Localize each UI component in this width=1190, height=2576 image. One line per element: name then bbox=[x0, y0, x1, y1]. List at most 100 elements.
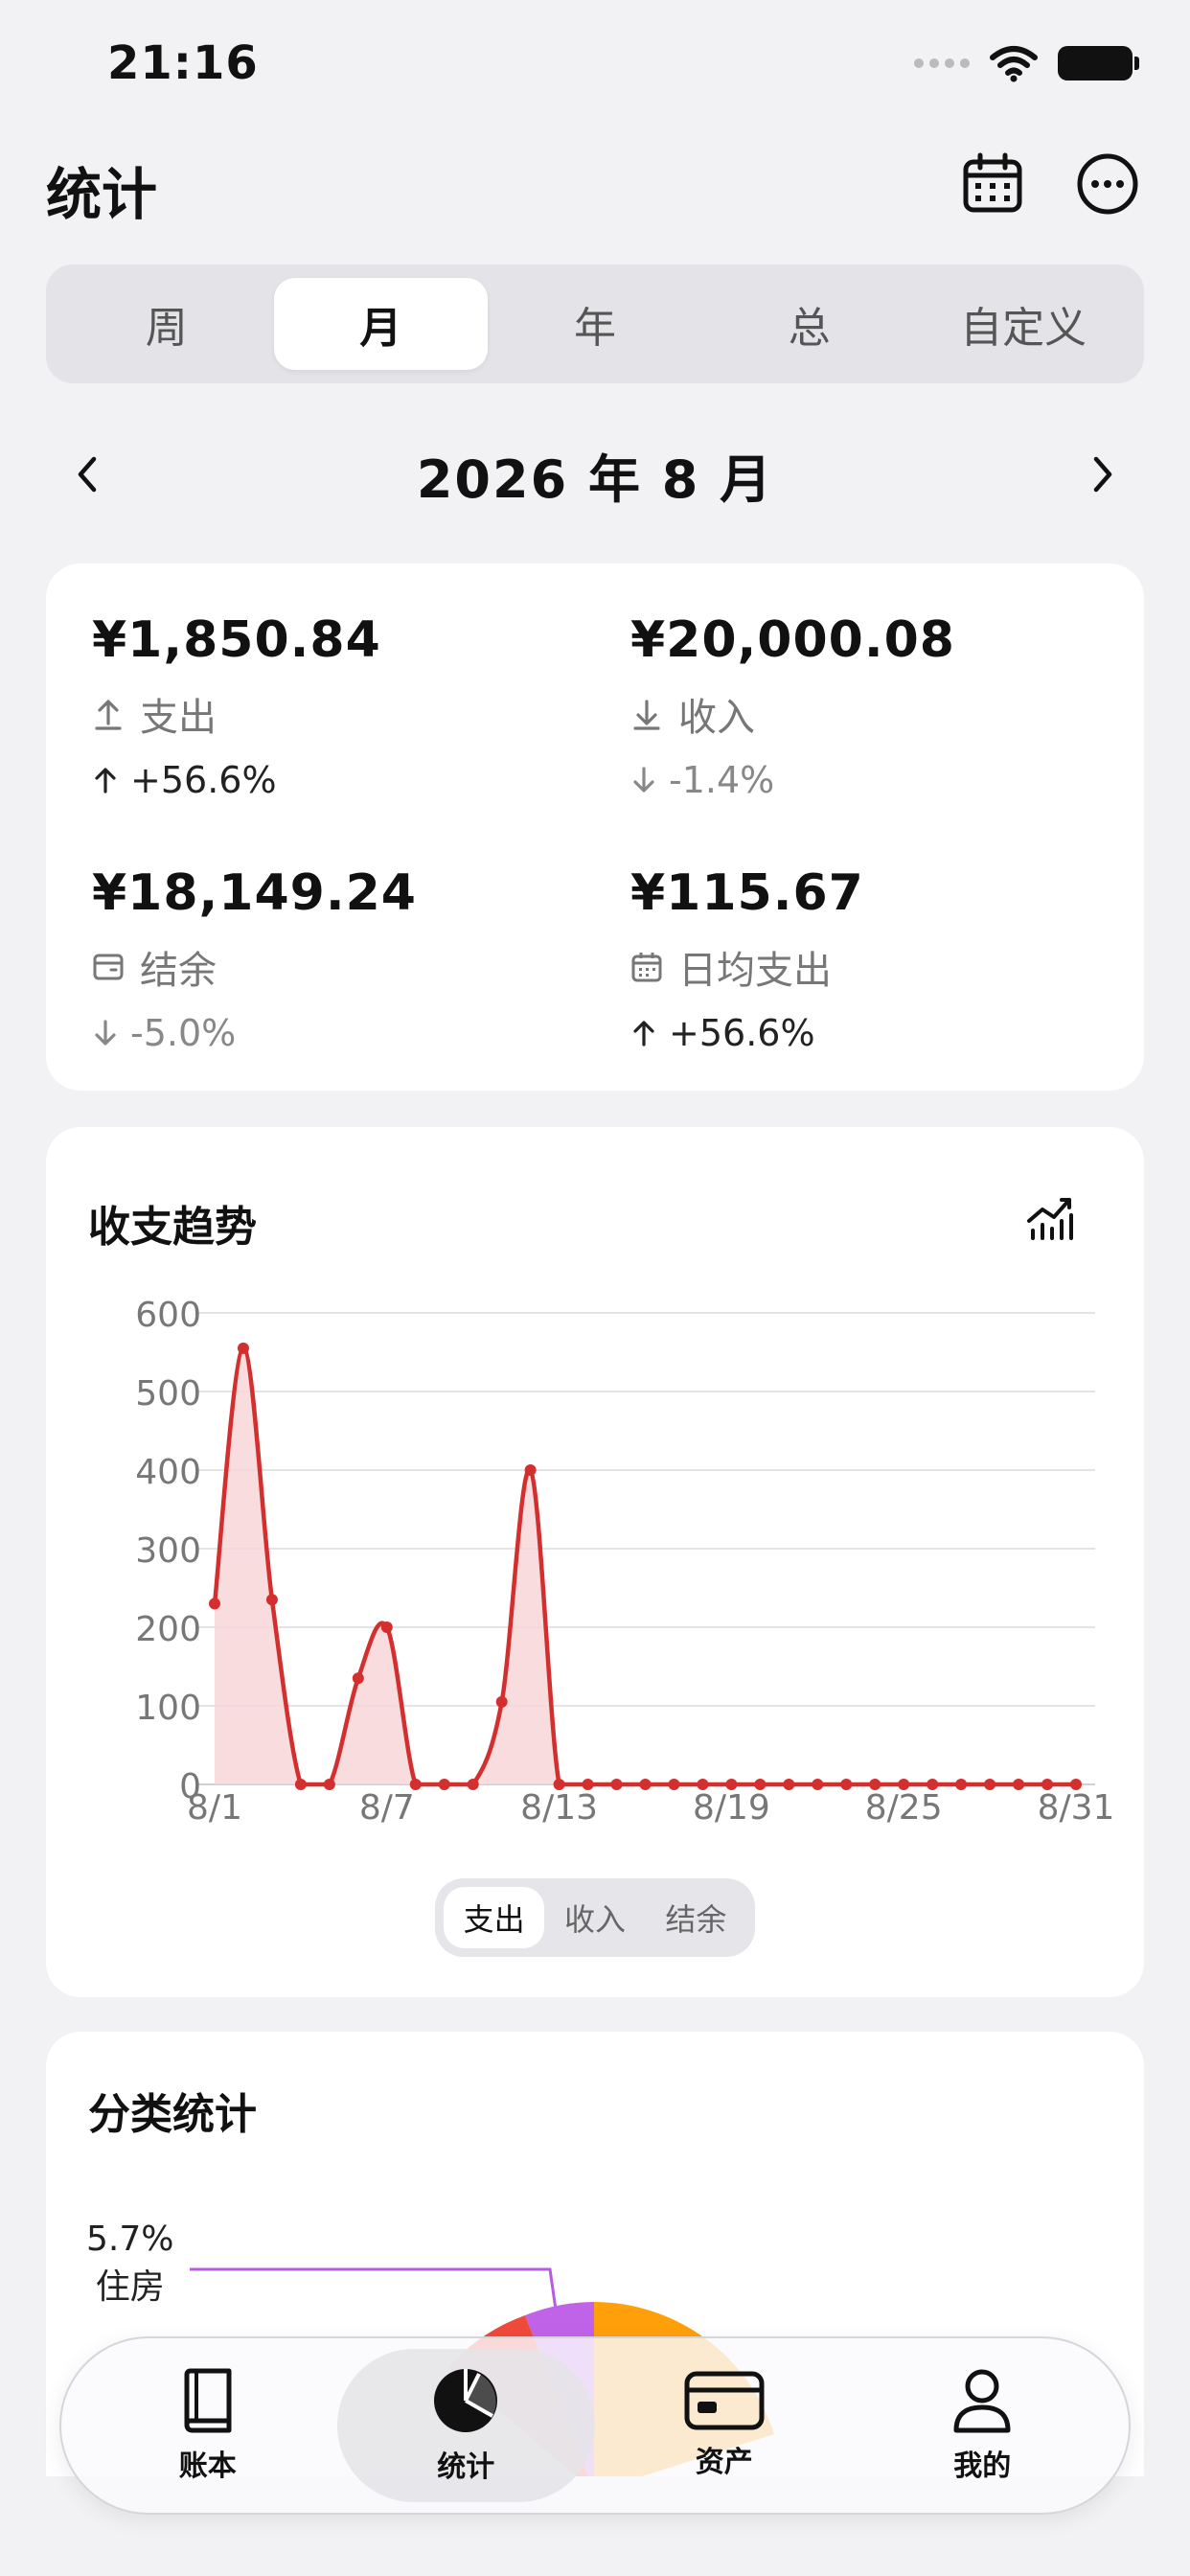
data-point bbox=[783, 1779, 795, 1790]
pie-chart-icon bbox=[434, 2369, 498, 2432]
tab-assets[interactable]: 资产 bbox=[595, 2349, 854, 2502]
income-label: 收入 bbox=[678, 696, 755, 740]
series-area bbox=[215, 1347, 1076, 1784]
series-income-button[interactable]: 收入 bbox=[544, 1887, 645, 1948]
housing-leader-line bbox=[190, 2267, 558, 2311]
card-icon bbox=[684, 2371, 765, 2430]
wifi-icon bbox=[990, 46, 1038, 82]
daily-average-label: 日均支出 bbox=[678, 949, 832, 993]
data-point bbox=[610, 1779, 623, 1790]
data-point bbox=[323, 1779, 335, 1790]
tab-profile[interactable]: 我的 bbox=[854, 2349, 1112, 2502]
expense-change: +56.6% bbox=[130, 759, 277, 801]
arrow-down-icon bbox=[633, 767, 654, 793]
data-point bbox=[467, 1779, 479, 1790]
chevron-right-icon bbox=[1093, 456, 1112, 493]
person-icon bbox=[953, 2369, 1011, 2433]
x-tick-label: 8/13 bbox=[520, 1788, 598, 1828]
data-point bbox=[927, 1779, 939, 1790]
data-point bbox=[1041, 1779, 1054, 1790]
trend-chart: 01002003004005006008/1 8/7 8/13 8/19 8/25 8/3… bbox=[135, 1296, 1115, 1828]
arrow-down-icon bbox=[95, 1020, 116, 1046]
tab-statistics-label: 统计 bbox=[437, 2450, 495, 2484]
data-point bbox=[409, 1779, 422, 1790]
data-point bbox=[265, 1594, 278, 1606]
period-title: 2026 年 8 月 bbox=[416, 448, 774, 510]
series-line bbox=[212, 1346, 1076, 1787]
app-root: 21:16 统计 周 月 年 总 自定义 2026 年 8 月 ¥1,850.8… bbox=[0, 0, 1190, 2576]
data-point bbox=[697, 1779, 709, 1790]
stat-daily-average: ¥115.67 日均支出 +56.6% bbox=[630, 864, 1129, 1054]
data-point bbox=[209, 1598, 220, 1610]
calendar-icon bbox=[963, 152, 1022, 213]
income-change: -1.4% bbox=[669, 759, 775, 801]
tab-custom[interactable]: 自定义 bbox=[916, 278, 1131, 370]
series-toggle: 支出 收入 结余 bbox=[435, 1878, 755, 1957]
data-point bbox=[955, 1779, 968, 1790]
series-balance-button[interactable]: 结余 bbox=[646, 1887, 746, 1948]
prev-period-button[interactable] bbox=[46, 433, 128, 516]
data-point bbox=[1070, 1779, 1082, 1790]
data-point bbox=[869, 1779, 881, 1790]
tab-profile-label: 我的 bbox=[953, 2450, 1012, 2483]
tab-ledger[interactable]: 账本 bbox=[79, 2349, 337, 2502]
calendar-button[interactable] bbox=[960, 151, 1025, 217]
tab-assets-label: 资产 bbox=[695, 2446, 753, 2479]
tab-week[interactable]: 周 bbox=[59, 278, 274, 370]
data-point bbox=[438, 1779, 450, 1790]
data-point bbox=[352, 1672, 364, 1685]
y-tick-label: 200 bbox=[135, 1610, 201, 1649]
income-label-row: 收入 bbox=[630, 686, 1129, 742]
data-point bbox=[725, 1779, 738, 1790]
x-tick-label: 8/25 bbox=[865, 1788, 943, 1828]
x-tick-label: 8/31 bbox=[1038, 1788, 1115, 1828]
download-icon bbox=[633, 700, 660, 730]
page-title: 统计 bbox=[46, 162, 158, 227]
balance-change-row: -5.0% bbox=[92, 1012, 590, 1054]
daily-average-label-row: 日均支出 bbox=[630, 939, 1129, 995]
expense-label-row: 支出 bbox=[92, 686, 590, 742]
calendar-small-icon bbox=[631, 953, 662, 982]
tab-statistics[interactable]: 统计 bbox=[336, 2349, 595, 2502]
next-period-button[interactable] bbox=[1062, 433, 1144, 516]
period-navigator: 2026 年 8 月 bbox=[46, 433, 1144, 516]
series-expense-button[interactable]: 支出 bbox=[444, 1887, 545, 1948]
income-change-row: -1.4% bbox=[630, 759, 1129, 801]
x-tick-label: 8/1 bbox=[187, 1788, 242, 1828]
expense-label: 支出 bbox=[140, 696, 217, 740]
data-point bbox=[754, 1779, 767, 1790]
book-icon bbox=[184, 2368, 232, 2433]
tab-ledger-label: 账本 bbox=[178, 2450, 237, 2483]
tab-year[interactable]: 年 bbox=[488, 278, 702, 370]
tab-month[interactable]: 月 bbox=[273, 278, 489, 370]
tab-total[interactable]: 总 bbox=[702, 278, 917, 370]
y-tick-label: 600 bbox=[135, 1296, 201, 1335]
balance-label-row: 结余 bbox=[92, 939, 590, 995]
signal-icon bbox=[914, 58, 970, 68]
x-tick-label: 8/19 bbox=[693, 1788, 770, 1828]
y-tick-label: 100 bbox=[135, 1689, 201, 1728]
data-point bbox=[898, 1779, 910, 1790]
more-button[interactable] bbox=[1075, 151, 1140, 217]
data-point bbox=[553, 1779, 565, 1790]
chevron-left-icon bbox=[78, 456, 97, 493]
daily-average-amount: ¥115.67 bbox=[630, 864, 864, 922]
summary-card: ¥1,850.84 支出 +56.6% ¥20,000.08 收入 -1.4% … bbox=[46, 564, 1144, 1091]
upload-icon bbox=[95, 700, 122, 730]
x-tick-label: 8/7 bbox=[359, 1788, 415, 1828]
data-point bbox=[380, 1622, 393, 1633]
expense-change-row: +56.6% bbox=[92, 759, 590, 801]
stat-income: ¥20,000.08 收入 -1.4% bbox=[630, 611, 1129, 801]
data-point bbox=[582, 1779, 594, 1790]
more-icon bbox=[1077, 153, 1138, 215]
balance-label: 结余 bbox=[140, 949, 217, 993]
data-point bbox=[840, 1779, 853, 1790]
data-point bbox=[812, 1779, 824, 1790]
data-point bbox=[668, 1779, 680, 1790]
y-tick-label: 400 bbox=[135, 1453, 201, 1492]
status-time: 21:16 bbox=[107, 36, 259, 90]
period-segmented-control: 周 月 年 总 自定义 bbox=[46, 264, 1144, 383]
balance-change: -5.0% bbox=[130, 1012, 237, 1054]
stat-balance: ¥18,149.24 结余 -5.0% bbox=[92, 864, 590, 1054]
balance-amount: ¥18,149.24 bbox=[92, 864, 417, 922]
